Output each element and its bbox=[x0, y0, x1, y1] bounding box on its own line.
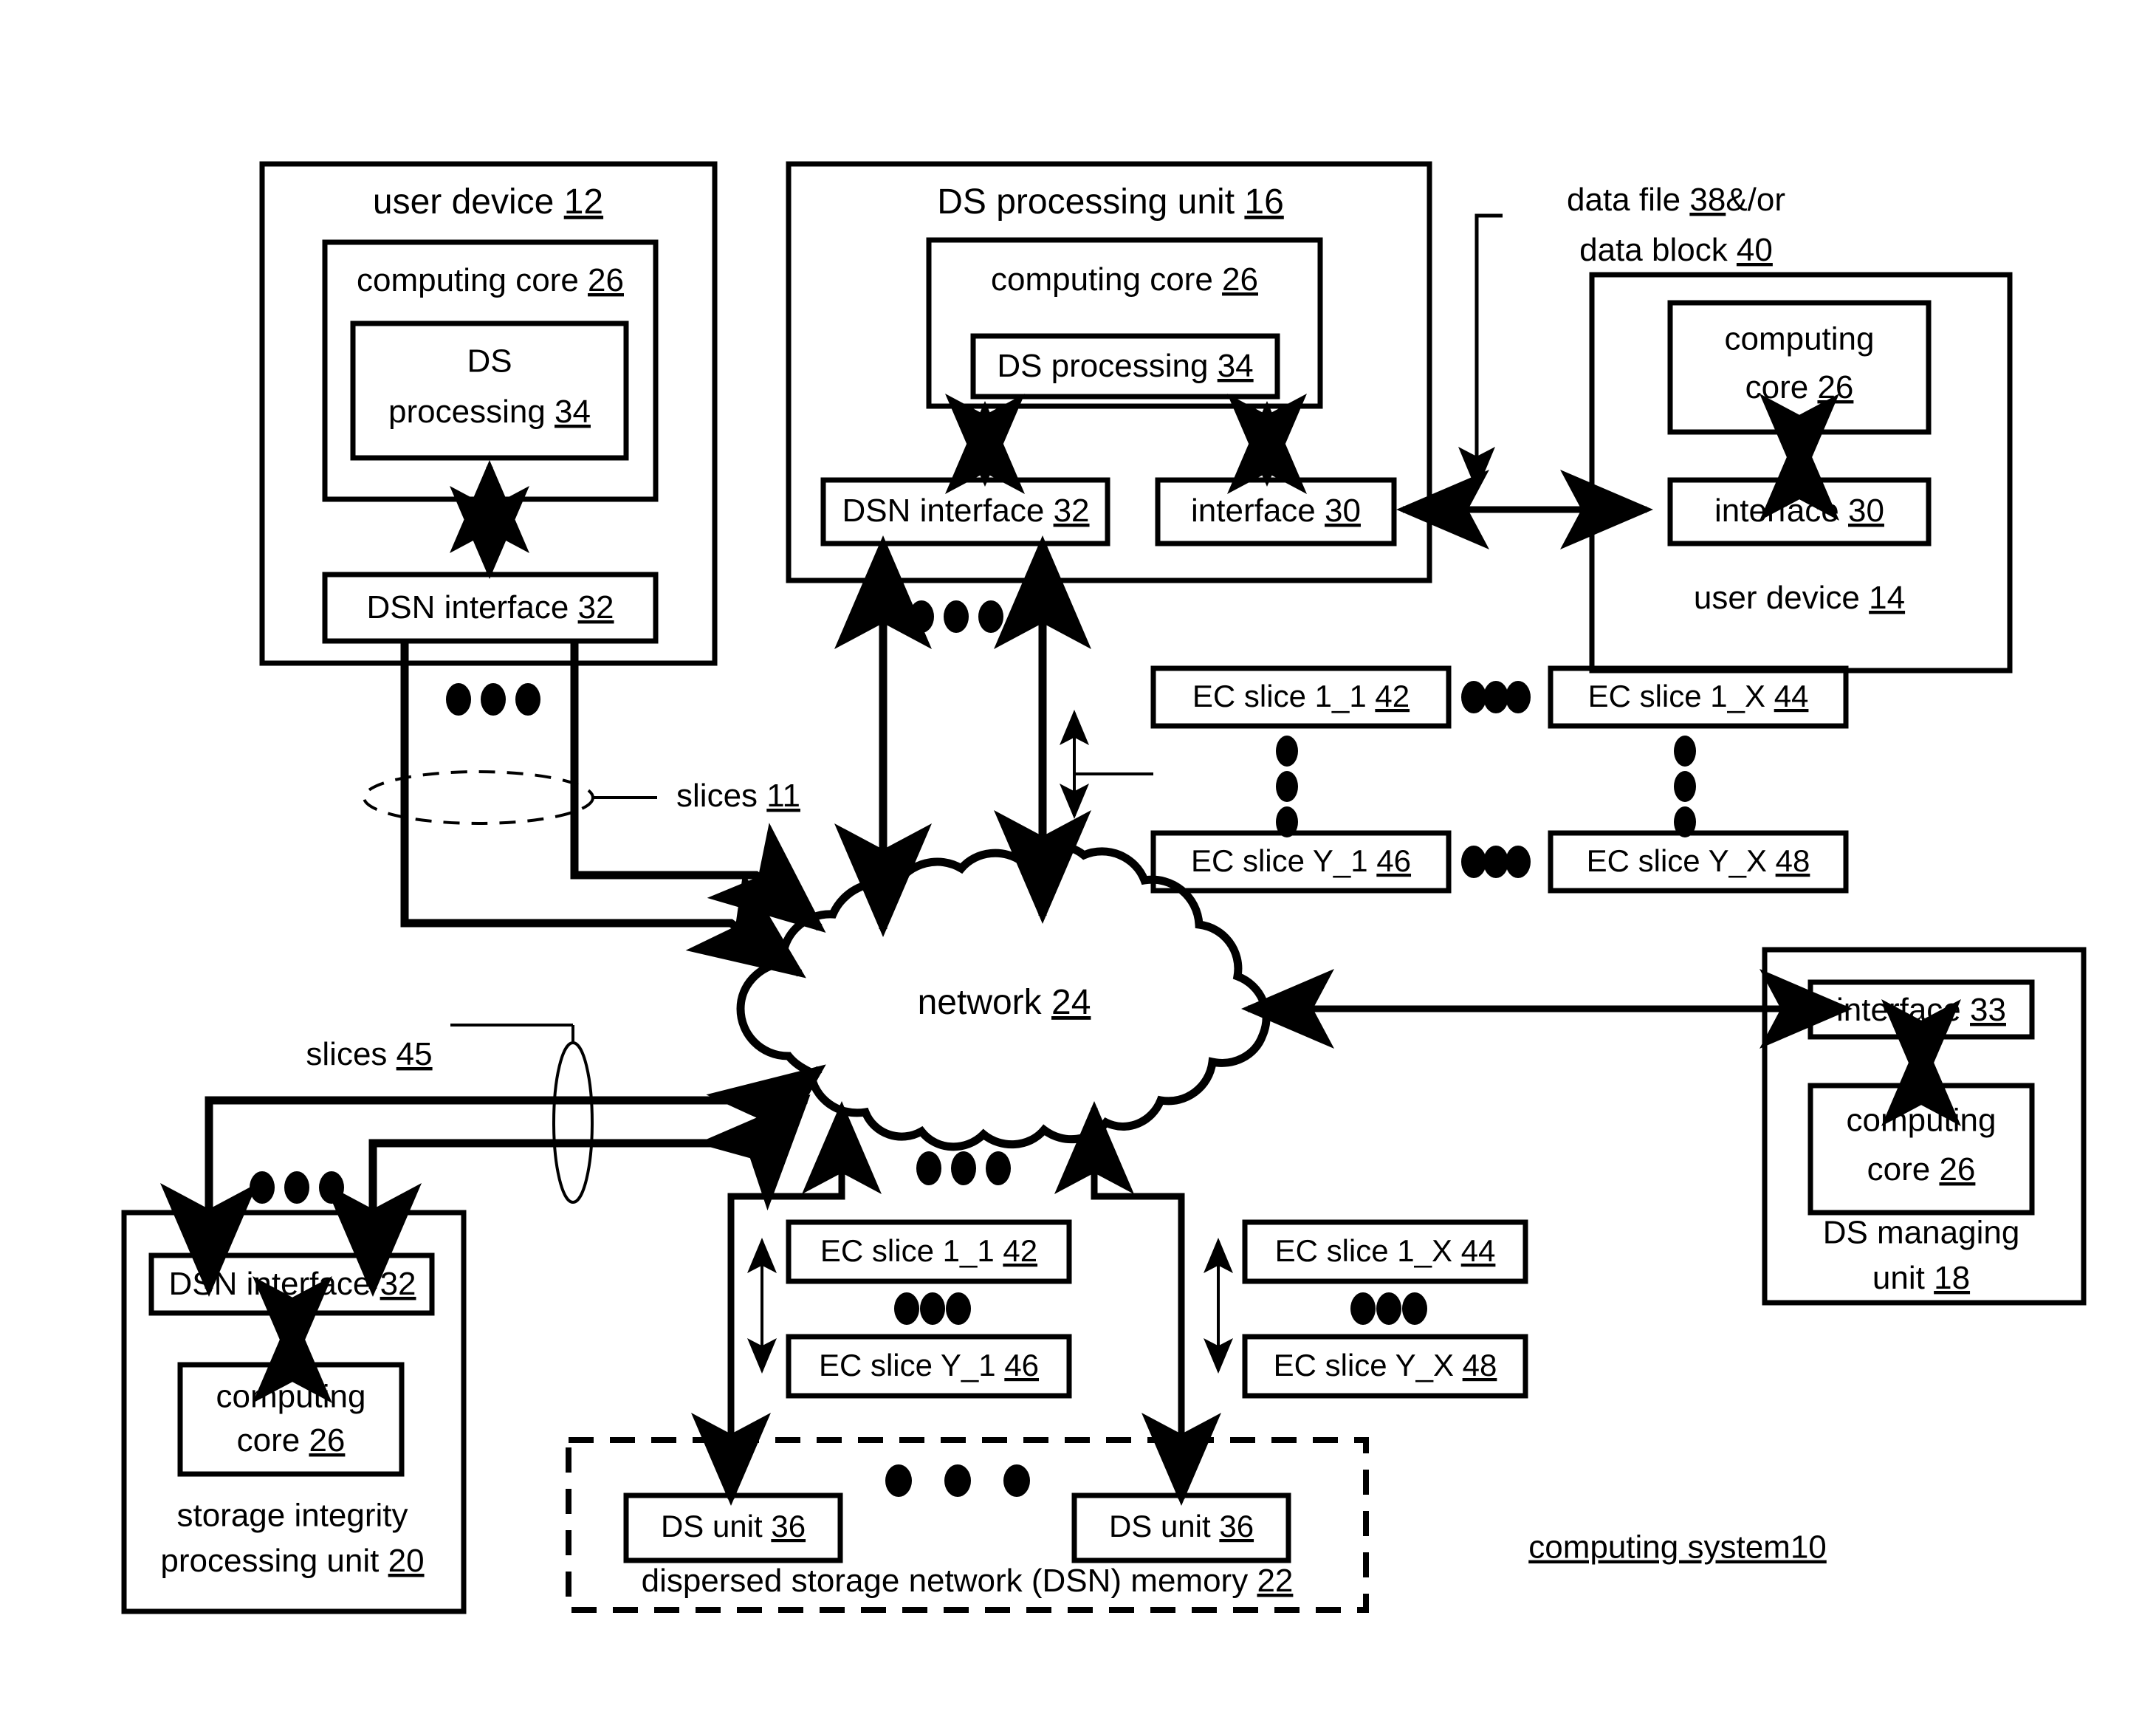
user-device-14-interface-30-label: interface 30 bbox=[1714, 493, 1884, 529]
user-device-12-computing-core-label: computing core 26 bbox=[357, 262, 624, 298]
ds-managing-unit-18-title-line1: DS managing bbox=[1823, 1215, 2020, 1251]
ec-slices-lower-right-group: EC slice 1_X 44 EC slice Y_X 48 bbox=[1204, 1219, 1528, 1399]
ec-slice-y-x-label-upper: EC slice Y_X 48 bbox=[1587, 843, 1810, 878]
slice45-line-left-horizontal bbox=[205, 1096, 779, 1110]
ec-slice-1-1-label-upper: EC slice 1_1 42 bbox=[1192, 679, 1410, 713]
network-label: network 24 bbox=[918, 983, 1091, 1022]
ellipsis-dots-below-network bbox=[916, 1151, 1011, 1185]
user-device-12-title: user device 12 bbox=[373, 182, 603, 222]
slice45-arrow-into-network-lower bbox=[696, 1094, 811, 1211]
storage-integrity-core-line2: core 26 bbox=[237, 1422, 346, 1459]
user-device-14-title: user device 14 bbox=[1694, 580, 1905, 616]
dsn-system-diagram: user device 12 computing core 26 DS proc… bbox=[121, 161, 2087, 1614]
data-file-38-label: data file 38&/or bbox=[1567, 182, 1785, 218]
figure-title: computing system10 bbox=[1528, 1529, 1827, 1566]
ec-slice-1-x-label-lower: EC slice 1_X 44 bbox=[1275, 1233, 1496, 1268]
ellipsis-dots-ec-lower-left bbox=[894, 1292, 971, 1325]
user-device-14-group: computing core 26 interface 30 user devi… bbox=[1589, 272, 2013, 674]
dsn-memory-22-title: dispersed storage network (DSN) memory 2… bbox=[642, 1563, 1294, 1599]
slices-45-label: slices 45 bbox=[306, 1036, 432, 1072]
storage-integrity-core-line1: computing bbox=[216, 1379, 365, 1415]
dsn-memory-22-group: DS unit 36 DS unit 36 dispersed storage … bbox=[566, 1437, 1369, 1613]
slices-11-connectors: slices 11 bbox=[363, 641, 826, 979]
user-device-12-group: user device 12 computing core 26 DS proc… bbox=[259, 161, 718, 716]
storage-integrity-dsn-interface-label: DSN interface 32 bbox=[168, 1266, 416, 1302]
ds-unit-left-line bbox=[727, 1134, 845, 1499]
ellipsis-dots-ec-upper-row2 bbox=[1461, 846, 1531, 878]
ds-processing-unit-16-dsn-interface-label: DSN interface 32 bbox=[842, 493, 1089, 529]
storage-integrity-unit-20-title-line1: storage integrity bbox=[176, 1498, 408, 1534]
ec-slice-y-1-label-upper: EC slice Y_1 46 bbox=[1191, 843, 1411, 878]
ec-slice-y-x-label-lower: EC slice Y_X 48 bbox=[1274, 1348, 1497, 1382]
ec-slice-1-1-label-lower: EC slice 1_1 42 bbox=[820, 1233, 1037, 1268]
ds-processing-unit-16-computing-core-label: computing core 26 bbox=[991, 261, 1258, 298]
storage-integrity-unit-20-group: DSN interface 32 computing core 26 stora… bbox=[121, 1210, 467, 1614]
network-cloud-group: network 24 bbox=[736, 841, 1271, 1151]
user-device-12-ds-processing-label-line2: processing 34 bbox=[388, 394, 591, 430]
user-device-14-computing-core-line1: computing bbox=[1724, 321, 1874, 357]
slices-45-ellipse-marker bbox=[552, 1041, 594, 1204]
user-device-12-ds-processing-label-line1: DS bbox=[467, 343, 512, 380]
data-block-40-label: data block 40 bbox=[1579, 232, 1773, 268]
ec-slices-upper-group: EC slice 1_1 42 EC slice 1_X 44 EC slice… bbox=[1060, 665, 1849, 894]
slices-11-label: slices 11 bbox=[676, 778, 800, 814]
ds-managing-unit-core-line1: computing bbox=[1846, 1103, 1996, 1139]
ellipsis-dots-ec-upper-row1 bbox=[1461, 681, 1531, 713]
ds-unit-36-label-left: DS unit 36 bbox=[661, 1509, 806, 1543]
ds-managing-unit-interface-33-label: interface 33 bbox=[1836, 992, 2006, 1028]
ellipsis-dots-user-device-12 bbox=[446, 683, 540, 716]
user-device-12-dsn-interface-label: DSN interface 32 bbox=[366, 589, 614, 626]
data-file-leader-line bbox=[1458, 213, 1503, 491]
storage-integrity-unit-20-title-line2: processing unit 20 bbox=[160, 1543, 424, 1579]
ds-unit-36-label-right: DS unit 36 bbox=[1109, 1509, 1254, 1543]
ds-managing-unit-18-title-line2: unit 18 bbox=[1872, 1260, 1970, 1296]
ellipsis-dots-ec-upper-col1 bbox=[1276, 736, 1298, 837]
ds-managing-unit-core-line2: core 26 bbox=[1867, 1151, 1976, 1187]
ec-slices-lower-left-group: EC slice 1_1 42 EC slice Y_1 46 bbox=[747, 1219, 1072, 1399]
slice45-line-right-horizontal bbox=[368, 1139, 764, 1152]
ds-managing-unit-18-group: interface 33 computing core 26 DS managi… bbox=[1762, 947, 2087, 1306]
ds-processing-unit-16-ds-processing-label: DS processing 34 bbox=[997, 348, 1253, 384]
user-device-14-computing-core-line2: core 26 bbox=[1745, 369, 1854, 405]
ec-slice-1-x-label-upper: EC slice 1_X 44 bbox=[1588, 679, 1809, 713]
slices-11-ellipse-marker bbox=[363, 770, 594, 825]
ds-processing-unit-16-interface-30-label: interface 30 bbox=[1191, 493, 1361, 529]
ellipsis-dots-ds-units bbox=[885, 1464, 1030, 1497]
ellipsis-dots-storage-integrity bbox=[250, 1171, 344, 1204]
ec-slice-y-1-label-lower: EC slice Y_1 46 bbox=[819, 1348, 1039, 1382]
patent-figure-page: user device 12 computing core 26 DS proc… bbox=[0, 0, 2156, 1717]
ellipsis-dots-ds-processing-unit-16 bbox=[909, 600, 1003, 633]
ellipsis-dots-ec-lower-right bbox=[1350, 1292, 1427, 1325]
ds-processing-unit-16-title: DS processing unit 16 bbox=[937, 182, 1284, 222]
ellipsis-dots-ec-upper-col2 bbox=[1674, 736, 1696, 837]
ds-unit-right-line bbox=[1091, 1134, 1185, 1499]
